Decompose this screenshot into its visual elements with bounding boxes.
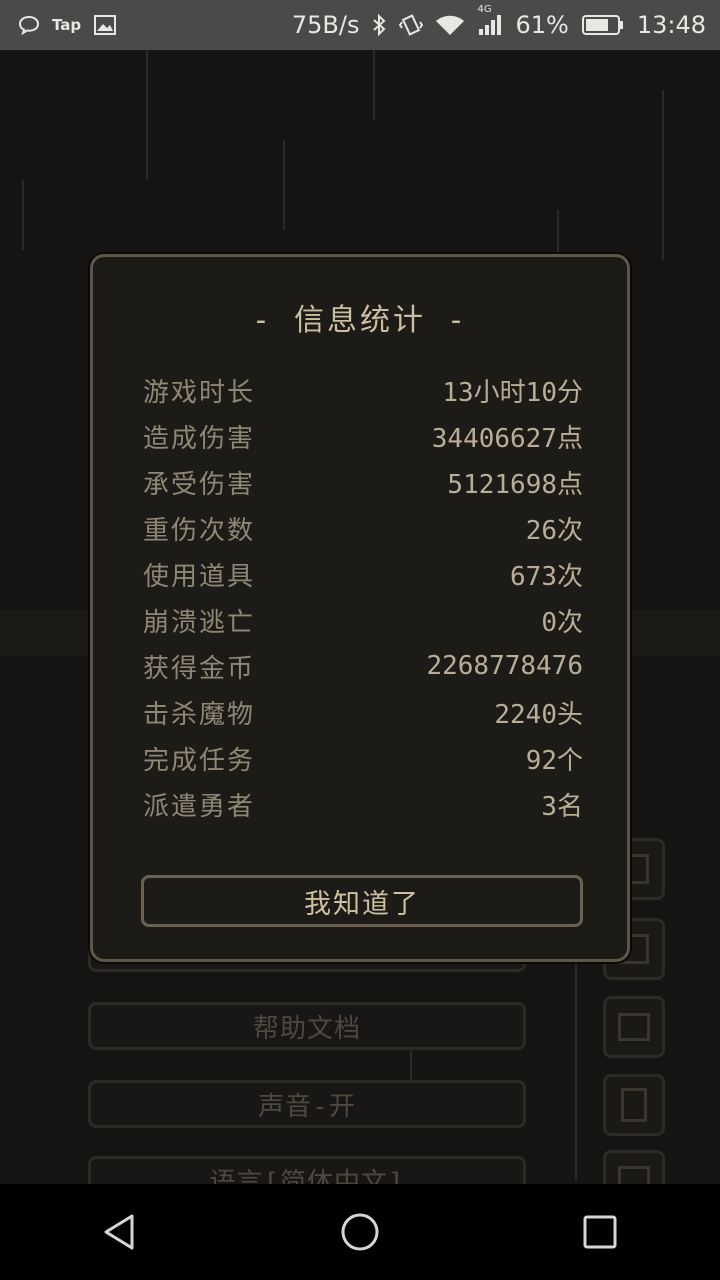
stat-row: 承受伤害 5121698点 xyxy=(143,459,583,505)
stat-value: 2268778476 xyxy=(426,651,583,681)
home-button[interactable] xyxy=(300,1192,420,1272)
side-scroll-button[interactable] xyxy=(603,996,665,1058)
stat-label: 完成任务 xyxy=(143,745,256,776)
stat-value: 26次 xyxy=(525,515,583,546)
side-book-button[interactable] xyxy=(603,1074,665,1136)
dialog-title: - 信息统计 - xyxy=(251,303,469,338)
stat-value: 2240头 xyxy=(494,699,583,730)
image-icon xyxy=(93,14,117,36)
back-button[interactable] xyxy=(60,1192,180,1272)
stat-row: 获得金币 2268778476 xyxy=(143,643,583,689)
stat-value: 92个 xyxy=(525,745,583,776)
confirm-button[interactable]: 我知道了 xyxy=(141,875,583,927)
help-docs-button[interactable]: 帮助文档 xyxy=(88,1002,526,1050)
stat-value: 3名 xyxy=(541,791,583,822)
back-triangle-icon xyxy=(104,1214,134,1250)
signal-icon: 4G xyxy=(477,4,503,37)
stat-label: 造成伤害 xyxy=(143,423,256,454)
box-icon xyxy=(618,1166,650,1184)
network-type: 4G xyxy=(477,4,492,15)
book-icon xyxy=(621,1088,647,1122)
stat-row: 造成伤害 34406627点 xyxy=(143,413,583,459)
recents-square-icon xyxy=(583,1215,617,1249)
battery-icon xyxy=(581,13,625,37)
stat-row: 派遣勇者 3名 xyxy=(143,781,583,827)
stat-value: 13小时10分 xyxy=(442,377,583,408)
stats-list: 游戏时长 13小时10分 造成伤害 34406627点 承受伤害 5121698点 重… xyxy=(143,367,583,827)
clock: 13:48 xyxy=(636,11,706,39)
vibrate-icon xyxy=(399,13,424,37)
navigation-bar xyxy=(0,1184,720,1280)
battery-percent: 61% xyxy=(515,11,569,39)
scroll-icon xyxy=(618,1013,650,1041)
stat-label: 派遣勇者 xyxy=(143,791,256,822)
stat-row: 完成任务 92个 xyxy=(143,735,583,781)
sound-toggle-button[interactable]: 声音-开 xyxy=(88,1080,526,1128)
language-button[interactable]: 语言[简体中文] xyxy=(88,1156,526,1184)
stat-row: 击杀魔物 2240头 xyxy=(143,689,583,735)
home-circle-icon xyxy=(341,1213,379,1251)
side-box-button[interactable] xyxy=(603,1150,665,1184)
network-speed: 75B/s xyxy=(291,11,360,39)
stat-row: 重伤次数 26次 xyxy=(143,505,583,551)
stat-value: 34406627点 xyxy=(431,423,583,454)
stat-value: 673次 xyxy=(510,561,583,592)
stat-label: 击杀魔物 xyxy=(143,699,256,730)
chat-icon xyxy=(18,14,40,36)
stat-row: 游戏时长 13小时10分 xyxy=(143,367,583,413)
stat-label: 游戏时长 xyxy=(143,377,256,408)
status-bar: Tap 75B/s 4G 61% 13:48 xyxy=(0,0,720,50)
stat-row: 使用道具 673次 xyxy=(143,551,583,597)
bluetooth-icon xyxy=(371,13,387,37)
wifi-icon xyxy=(435,13,465,37)
stat-label: 使用道具 xyxy=(143,561,256,592)
stat-label: 承受伤害 xyxy=(143,469,256,500)
tap-icon: Tap xyxy=(52,16,82,34)
stat-value: 0次 xyxy=(541,607,583,638)
recents-button[interactable] xyxy=(540,1192,660,1272)
stat-row: 崩溃逃亡 0次 xyxy=(143,597,583,643)
stat-label: 获得金币 xyxy=(143,653,256,684)
stat-label: 重伤次数 xyxy=(143,515,256,546)
statistics-dialog: - 信息统计 - 游戏时长 13小时10分 造成伤害 34406627点 承受伤害 5… xyxy=(90,254,630,962)
stat-label: 崩溃逃亡 xyxy=(143,607,256,638)
stat-value: 5121698点 xyxy=(447,469,583,500)
